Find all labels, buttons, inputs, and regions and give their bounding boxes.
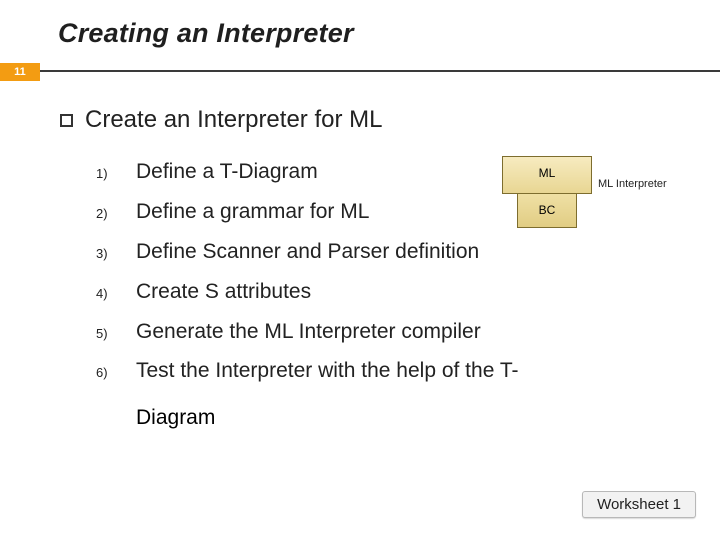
header-rule: 11: [0, 63, 720, 88]
list-item: 6) Test the Interpreter with the help of…: [96, 351, 690, 391]
item-number: 1): [96, 162, 118, 187]
header-divider: [40, 70, 720, 88]
item-text: Define a grammar for ML: [136, 192, 369, 232]
slide: Creating an Interpreter 11 Create an Int…: [0, 0, 720, 540]
item-number: 6): [96, 361, 118, 386]
square-bullet-icon: [60, 114, 73, 127]
item-number: 5): [96, 322, 118, 347]
lead-text: Create an Interpreter for ML: [85, 106, 382, 134]
item-text: Generate the ML Interpreter compiler: [136, 312, 481, 352]
t-diagram-top-label: ML: [502, 166, 592, 180]
t-diagram: ML BC ML Interpreter: [502, 156, 682, 256]
item-text: Create S attributes: [136, 272, 311, 312]
t-diagram-bottom-label: BC: [502, 203, 592, 217]
lead-bullet-row: Create an Interpreter for ML: [60, 106, 690, 134]
item-number: 2): [96, 202, 118, 227]
item-text: Test the Interpreter with the help of th…: [136, 351, 519, 391]
t-diagram-caption: ML Interpreter: [598, 178, 667, 190]
list-item: 4) Create S attributes: [96, 272, 690, 312]
worksheet-button[interactable]: Worksheet 1: [582, 491, 696, 518]
item-number: 4): [96, 282, 118, 307]
content-area: Create an Interpreter for ML 1) Define a…: [0, 88, 720, 439]
slide-title: Creating an Interpreter: [0, 0, 720, 49]
item-continuation: Diagram: [136, 397, 690, 439]
item-text: Define a T-Diagram: [136, 152, 318, 192]
item-text: Define Scanner and Parser definition: [136, 232, 479, 272]
list-item: 5) Generate the ML Interpreter compiler: [96, 312, 690, 352]
item-number: 3): [96, 242, 118, 267]
page-number-badge: 11: [0, 63, 40, 81]
